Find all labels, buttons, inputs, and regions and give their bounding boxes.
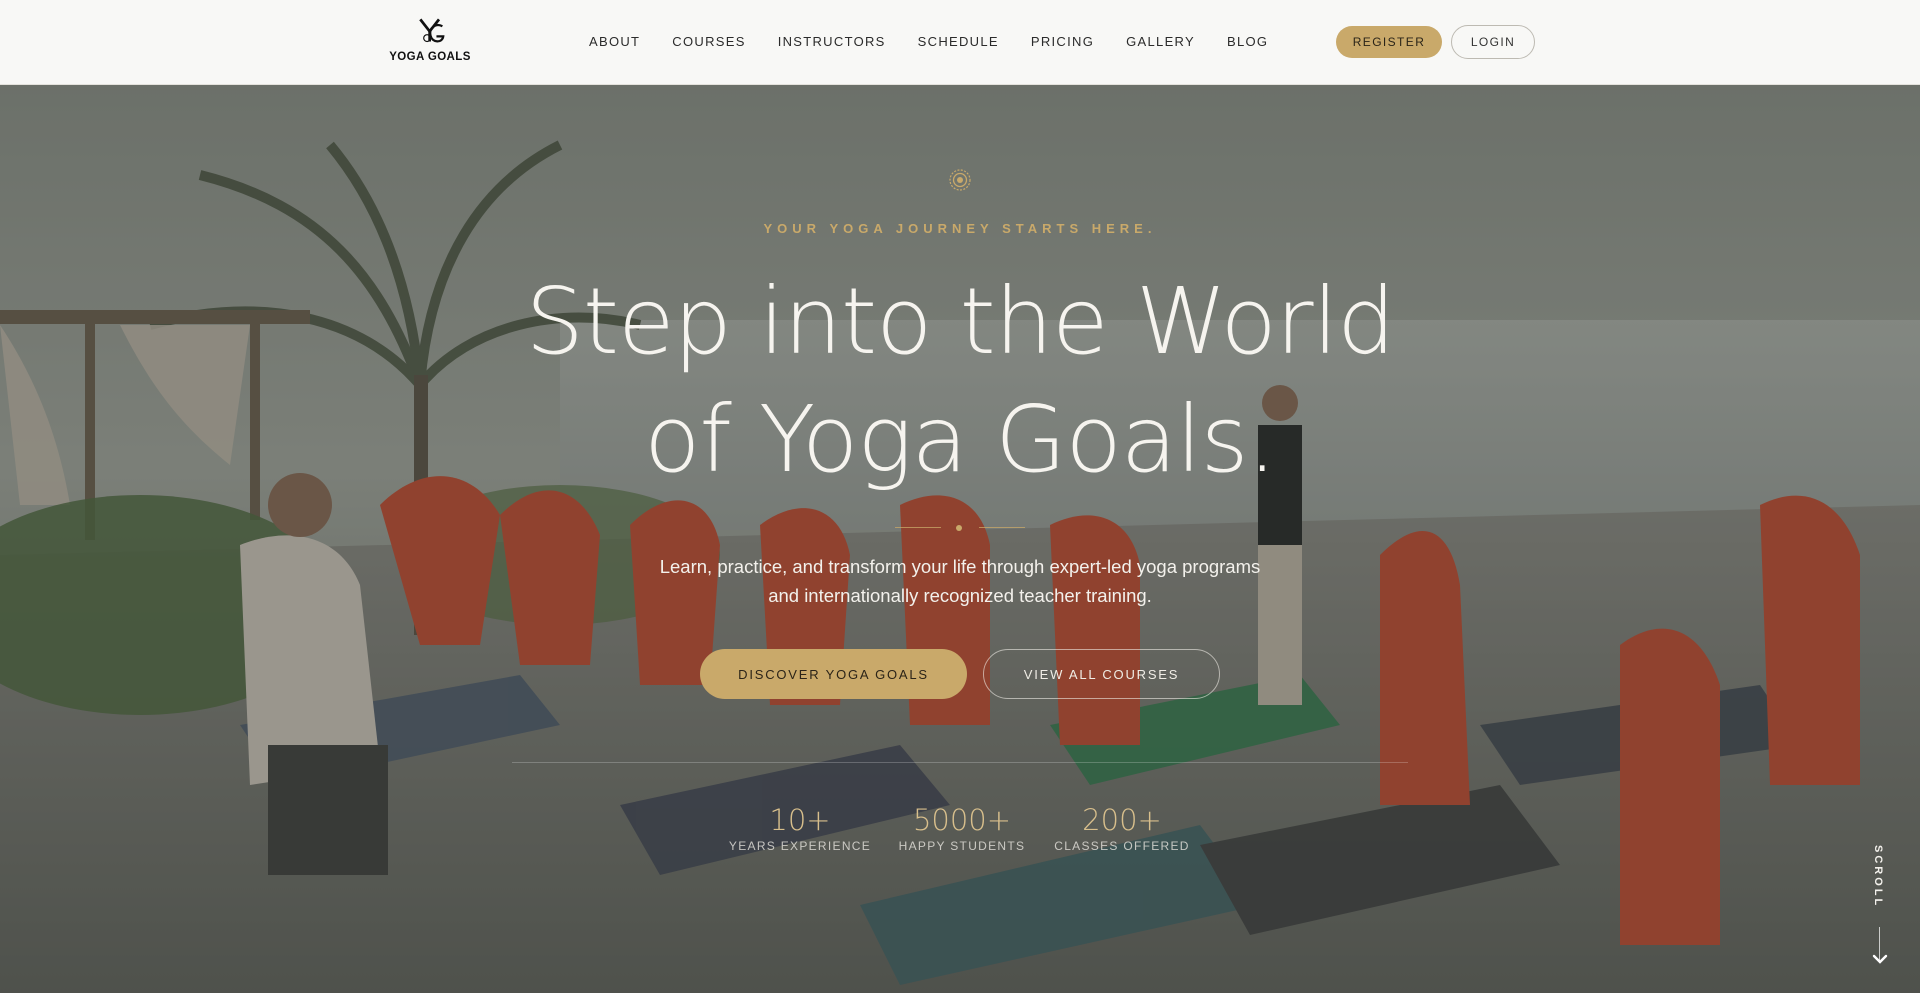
nav-pricing[interactable]: PRICING: [1031, 34, 1094, 49]
nav-gallery[interactable]: GALLERY: [1126, 34, 1195, 49]
discover-yoga-goals-button[interactable]: DISCOVER YOGA GOALS: [700, 649, 967, 699]
scroll-label: SCROLL: [1872, 845, 1884, 909]
stat-value: 10+: [769, 803, 831, 837]
view-all-courses-button[interactable]: VIEW ALL COURSES: [983, 649, 1220, 699]
register-button[interactable]: REGISTER: [1336, 26, 1442, 58]
hero-subtitle: Learn, practice, and transform your life…: [0, 552, 1920, 610]
hero-content: YOUR YOGA JOURNEY STARTS HERE. Step into…: [0, 85, 1920, 993]
hero-headline-line1: Step into the World: [525, 268, 1395, 375]
stat-value: 200+: [1082, 803, 1162, 837]
nav-instructors[interactable]: INSTRUCTORS: [778, 34, 886, 49]
login-button[interactable]: LOGIN: [1451, 25, 1535, 59]
ornament-divider: [895, 523, 1025, 533]
stat-years-experience: 10+ YEARS EXPERIENCE: [720, 803, 880, 853]
stat-label: HAPPY STUDENTS: [898, 839, 1026, 853]
site-header: YOGA GOALS ABOUT COURSES INSTRUCTORS SCH…: [0, 0, 1920, 85]
nav-courses[interactable]: COURSES: [672, 34, 745, 49]
logo-wordmark: YOGA GOALS: [389, 51, 471, 63]
main-nav: ABOUT COURSES INSTRUCTORS SCHEDULE PRICI…: [589, 34, 1300, 49]
divider-line-left: [895, 527, 941, 528]
stat-happy-students: 5000+ HAPPY STUDENTS: [882, 803, 1042, 853]
hero-headline-line2: of Yoga Goals.: [644, 386, 1277, 493]
chevron-down-icon: [1872, 954, 1888, 964]
hero-subtitle-line2: and internationally recognized teacher t…: [768, 585, 1152, 606]
stat-label: CLASSES OFFERED: [1054, 839, 1190, 853]
stats-divider: [512, 762, 1408, 763]
nav-blog[interactable]: BLOG: [1227, 34, 1268, 49]
stat-label: YEARS EXPERIENCE: [728, 839, 872, 853]
nav-about[interactable]: ABOUT: [589, 34, 640, 49]
scroll-indicator[interactable]: SCROLL: [1868, 845, 1892, 970]
sun-mandala-icon: [949, 169, 971, 191]
stat-classes-offered: 200+ CLASSES OFFERED: [1042, 803, 1202, 853]
yg-monogram-icon: [418, 18, 445, 43]
divider-dot: [956, 525, 962, 531]
divider-line-right: [979, 527, 1025, 528]
stat-value: 5000+: [912, 803, 1012, 837]
hero-headline: Step into the World of Yoga Goals.: [0, 263, 1920, 499]
hero-eyebrow: YOUR YOGA JOURNEY STARTS HERE.: [763, 221, 1157, 236]
hero-section: YOUR YOGA JOURNEY STARTS HERE. Step into…: [0, 85, 1920, 993]
hero-subtitle-line1: Learn, practice, and transform your life…: [659, 556, 1261, 577]
yoga-goals-logo[interactable]: YOGA GOALS: [384, 16, 476, 68]
nav-schedule[interactable]: SCHEDULE: [918, 34, 999, 49]
